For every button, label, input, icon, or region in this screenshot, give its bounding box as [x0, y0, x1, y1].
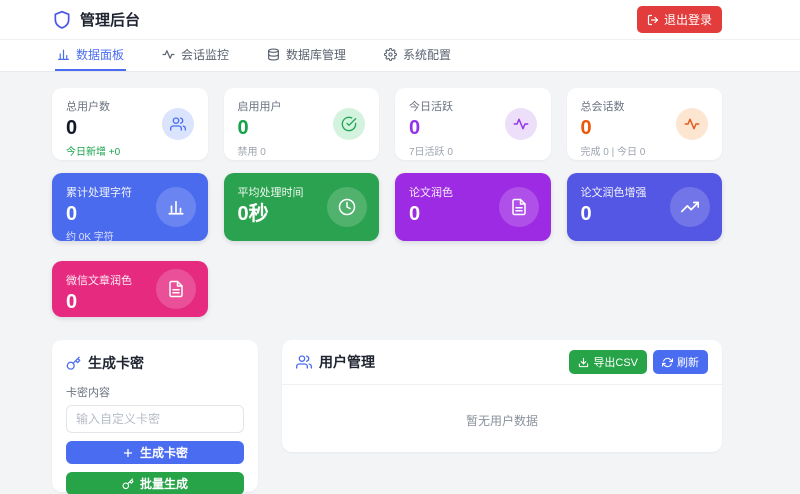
tab-bar: 数据面板 会话监控 数据库管理 系统配置 — [0, 40, 800, 72]
download-icon — [578, 357, 589, 368]
empty-users-message: 暂无用户数据 — [465, 413, 538, 428]
plus-icon — [122, 447, 134, 459]
brand: 管理后台 — [52, 9, 140, 30]
metric-card-paper-polish-enhanced: 论文润色增强 0 — [566, 173, 722, 241]
keygen-panel: 生成卡密 卡密内容 生成卡密 批量生成 — [52, 340, 258, 494]
database-icon — [267, 48, 280, 61]
main-content: 总用户数 0 今日新增 +0 启用用户 0 禁用 0 今日活跃 0 7日活跃 0… — [0, 72, 800, 494]
tab-dashboard[interactable]: 数据面板 — [55, 40, 127, 71]
generate-key-button[interactable]: 生成卡密 — [66, 441, 244, 464]
logout-label: 退出登录 — [663, 13, 712, 27]
stat-value: 0 — [237, 117, 249, 139]
file-text-icon — [498, 187, 539, 227]
users-icon — [161, 108, 194, 140]
tab-label: 会话监控 — [181, 48, 230, 62]
key-icon — [122, 477, 134, 490]
key-icon — [66, 356, 81, 371]
metric-card-total-chars: 累计处理字符 0 约 0K 字符 — [52, 173, 208, 243]
metric-card-avg-time: 平均处理时间 0秒 — [223, 173, 379, 241]
tab-settings[interactable]: 系统配置 — [382, 40, 453, 71]
stat-card-today-active: 今日活跃 0 7日活跃 0 — [395, 88, 551, 160]
users-panel-header: 用户管理 导出CSV 刷新 — [282, 340, 722, 385]
stat-card-enabled-users: 启用用户 0 禁用 0 — [223, 88, 379, 160]
export-csv-label: 导出CSV — [593, 357, 638, 369]
metric-subtitle: 约 0K 字符 — [66, 232, 114, 243]
stat-card-total-sessions: 总会话数 0 完成 0 | 今日 0 — [566, 88, 722, 160]
stat-subtitle: 今日新增 +0 — [66, 147, 121, 158]
extra-row: 微信文章润色 0 — [52, 241, 722, 317]
stats-row: 总用户数 0 今日新增 +0 启用用户 0 禁用 0 今日活跃 0 7日活跃 0… — [52, 88, 722, 160]
page-title: 管理后台 — [80, 12, 141, 29]
tab-label: 数据面板 — [76, 48, 125, 62]
bar-chart-icon — [155, 187, 196, 227]
tab-label: 数据库管理 — [286, 48, 347, 62]
app-header: 管理后台 退出登录 — [0, 0, 800, 40]
stat-value: 0 — [66, 117, 78, 139]
gear-icon — [384, 48, 398, 61]
bar-chart-icon — [57, 48, 70, 61]
activity-icon — [504, 108, 537, 140]
keygen-title: 生成卡密 — [88, 355, 144, 371]
metric-card-paper-polish: 论文润色 0 — [395, 173, 551, 241]
refresh-label: 刷新 — [677, 357, 699, 369]
clock-icon — [327, 187, 367, 227]
shield-icon — [52, 10, 72, 30]
export-csv-button[interactable]: 导出CSV — [569, 350, 647, 374]
bottom-section: 生成卡密 卡密内容 生成卡密 批量生成 — [52, 340, 722, 494]
users-title: 用户管理 — [319, 354, 375, 370]
refresh-button[interactable]: 刷新 — [653, 350, 708, 374]
stat-subtitle: 禁用 0 — [237, 147, 266, 158]
stat-value: 0 — [409, 117, 421, 139]
file-text-icon — [155, 269, 196, 309]
tab-database[interactable]: 数据库管理 — [265, 40, 348, 71]
users-panel: 用户管理 导出CSV 刷新 暂无用户数据 — [282, 340, 722, 452]
users-icon — [296, 354, 312, 370]
key-content-label: 卡密内容 — [66, 387, 110, 399]
logout-icon — [647, 14, 659, 26]
logout-button[interactable]: 退出登录 — [636, 6, 722, 33]
trending-up-icon — [670, 187, 710, 227]
stat-value: 0 — [580, 117, 592, 139]
tab-session-monitor[interactable]: 会话监控 — [160, 40, 231, 71]
batch-generate-button[interactable]: 批量生成 — [66, 472, 244, 494]
stat-subtitle: 完成 0 | 今日 0 — [580, 147, 646, 158]
metric-card-wechat-article-polish: 微信文章润色 0 — [52, 261, 208, 317]
refresh-icon — [662, 357, 673, 368]
stat-subtitle: 7日活跃 0 — [409, 147, 453, 158]
activity-icon — [162, 48, 175, 61]
check-circle-icon — [333, 108, 365, 140]
batch-generate-label: 批量生成 — [139, 477, 188, 491]
activity-icon — [676, 108, 708, 140]
generate-key-label: 生成卡密 — [139, 446, 188, 460]
custom-key-input[interactable] — [66, 405, 244, 433]
tab-label: 系统配置 — [403, 48, 452, 62]
metrics-row: 累计处理字符 0 约 0K 字符 平均处理时间 0秒 论文润色 0 论文润色增强… — [52, 160, 722, 243]
stat-card-total-users: 总用户数 0 今日新增 +0 — [52, 88, 208, 160]
